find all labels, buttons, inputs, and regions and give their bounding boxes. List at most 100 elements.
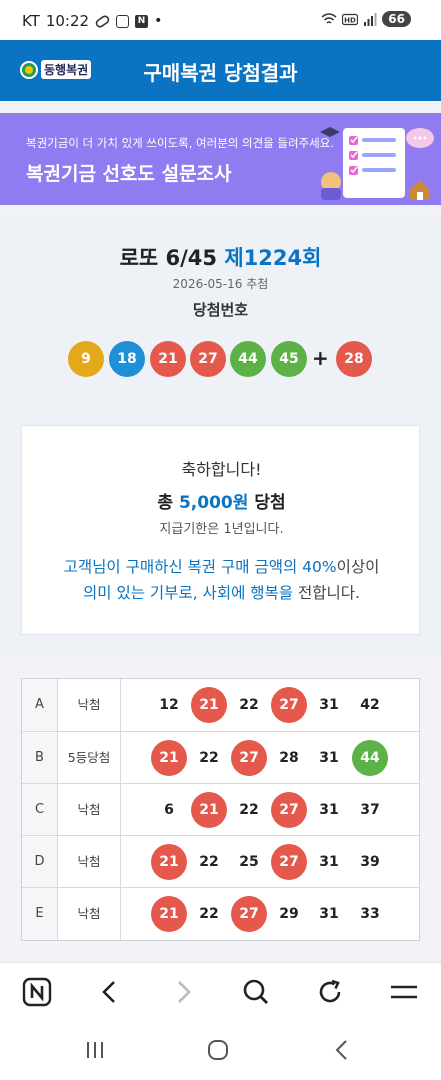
ticket-number-matched: 21 [151, 896, 187, 932]
ticket-row-numbers: 21 22 25 27 31 39 [121, 836, 419, 888]
ticket-row: C 낙첨 6 21 22 27 31 37 [22, 783, 419, 836]
menu-icon [391, 985, 417, 999]
round-title: 로또 6/45 제1224회 [0, 242, 441, 272]
home-button[interactable] [188, 1030, 248, 1070]
total-prize: 총 5,000원 당첨 [22, 488, 421, 513]
ticket-number: 39 [360, 854, 380, 870]
ticket-row-result: 낙첨 [58, 836, 121, 888]
winning-ball: 44 [230, 341, 266, 377]
system-navigation-bar [0, 1020, 441, 1080]
winning-ball: 9 [68, 341, 104, 377]
congrats-text: 축하합니다! [181, 460, 262, 479]
clock: 10:22 [45, 12, 90, 30]
ticket-number-matched: 21 [151, 844, 187, 880]
ticket-number: 29 [279, 906, 299, 922]
draw-result-section: 로또 6/45 제1224회 2026-05-16 추첨 당첨번호 9 18 2… [0, 217, 441, 657]
ticket-row-result: 낙첨 [58, 679, 121, 731]
total-prefix: 총 [157, 493, 174, 513]
ticket-number: 22 [199, 750, 219, 766]
ticket-number: 31 [319, 750, 339, 766]
ticket-row-result: 5등당첨 [58, 732, 121, 784]
more-notifications-dot: • [154, 13, 163, 29]
game-name: 로또 6/45 [119, 246, 218, 270]
pill-icon [95, 14, 110, 28]
ticket-number: 6 [164, 802, 174, 818]
ticket-number: 33 [360, 906, 380, 922]
ticket-number: 31 [319, 906, 339, 922]
home-icon [208, 1040, 228, 1060]
ticket-row: B 5등당첨 21 22 27 28 31 44 [22, 731, 419, 784]
ticket-row-result: 낙첨 [58, 888, 121, 940]
ticket-number-matched: 21 [151, 740, 187, 776]
ticket-row-numbers: 21 22 27 28 31 44 [121, 732, 419, 784]
donation-message: 고객님이 구매하신 복권 구매 금액의 40%이상이 의미 있는 기부로, 사회… [22, 554, 421, 606]
ticket-number: 22 [199, 854, 219, 870]
ticket-row: A 낙첨 12 21 22 27 31 42 [22, 679, 419, 731]
ticket-number-matched: 21 [191, 792, 227, 828]
ticket-number: 31 [319, 854, 339, 870]
donation-text-4: 전합니다. [298, 584, 360, 602]
naver-notification-icon: N [135, 14, 149, 28]
bonus-ball: 28 [336, 341, 372, 377]
total-suffix: 당첨 [254, 493, 286, 513]
carrier-label: KT [22, 12, 40, 30]
ticket-number-matched: 27 [271, 792, 307, 828]
total-amount: 5,000원 [178, 493, 249, 513]
ticket-number: 31 [319, 802, 339, 818]
winning-ball: 45 [271, 341, 307, 377]
svg-text:HD: HD [344, 16, 356, 24]
forward-icon [178, 981, 191, 1003]
ticket-row-letter: D [22, 836, 58, 888]
ticket-row-numbers: 6 21 22 27 31 37 [121, 784, 419, 836]
donation-text-2: 이상이 [336, 558, 380, 576]
winning-ball: 21 [150, 341, 186, 377]
ticket-number: 25 [239, 854, 259, 870]
refresh-button[interactable] [300, 963, 360, 1021]
wifi-icon [321, 12, 337, 24]
banner-subtitle: 복권기금이 더 가치 있게 쓰이도록, 여러분의 의견을 들려주세요. [26, 136, 334, 150]
back-button[interactable] [80, 963, 140, 1021]
back-icon [102, 981, 115, 1003]
status-bar: KT 10:22 N • HD 66 [0, 0, 441, 40]
draw-date: 2026-05-16 추첨 [172, 277, 269, 291]
ticket-number: 37 [360, 802, 380, 818]
survey-illustration-icon [320, 127, 434, 200]
ticket-number: 22 [239, 802, 259, 818]
ticket-number: 31 [319, 697, 339, 713]
ticket-number-matched: 27 [231, 740, 267, 776]
payment-deadline: 지급기한은 1년입니다. [159, 522, 284, 537]
survey-banner[interactable]: 복권기금이 더 가치 있게 쓰이도록, 여러분의 의견을 들려주세요. 복권기금… [0, 113, 441, 205]
ticket-row-result: 낙첨 [58, 784, 121, 836]
naver-home-icon [22, 977, 52, 1007]
ticket-number-matched: 44 [352, 740, 388, 776]
ticket-row-letter: B [22, 732, 58, 784]
ticket-number: 42 [360, 697, 380, 713]
naver-home-button[interactable] [7, 963, 67, 1021]
ticket-row: E 낙첨 21 22 27 29 31 33 [22, 887, 419, 940]
forward-button[interactable] [153, 963, 213, 1021]
ticket-number: 28 [279, 750, 299, 766]
app-header: 동행복권 구매복권 당첨결과 [0, 40, 441, 101]
ticket-number-matched: 27 [271, 844, 307, 880]
status-right: HD 66 [321, 11, 411, 27]
signal-icon [364, 12, 377, 26]
ticket-row-letter: A [22, 679, 58, 731]
browser-toolbar [0, 962, 441, 1020]
system-back-button[interactable] [312, 1030, 372, 1070]
ticket-number: 12 [159, 697, 179, 713]
round-number: 제1224회 [224, 246, 322, 270]
ticket-number: 22 [239, 697, 259, 713]
back-icon [335, 1040, 347, 1060]
ticket-row-numbers: 12 21 22 27 31 42 [121, 679, 419, 731]
ticket-row-letter: C [22, 784, 58, 836]
ticket-row: D 낙첨 21 22 25 27 31 39 [22, 835, 419, 888]
search-button[interactable] [226, 963, 286, 1021]
donation-text-3: 의미 있는 기부로, 사회에 행복을 [83, 584, 294, 602]
winning-numbers-label: 당첨번호 [192, 301, 249, 319]
winning-ball: 27 [190, 341, 226, 377]
ticket-number-matched: 27 [231, 896, 267, 932]
hd-icon: HD [342, 13, 359, 25]
menu-button[interactable] [374, 963, 434, 1021]
ticket-table: A 낙첨 12 21 22 27 31 42 B 5등당첨 21 22 27 28 31 44 C 낙첨 6 21 22… [21, 678, 420, 941]
recent-apps-button[interactable] [65, 1030, 125, 1070]
